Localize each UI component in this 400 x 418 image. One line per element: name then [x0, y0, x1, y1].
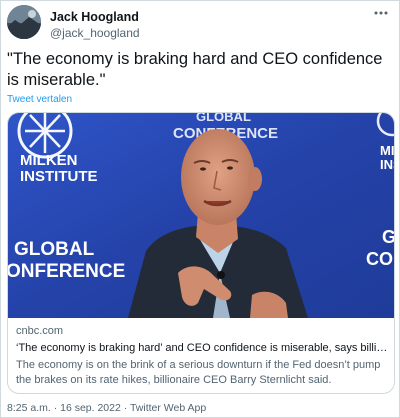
svg-text:INSTITUTE: INSTITUTE	[20, 168, 98, 185]
svg-text:INSTITU: INSTITU	[380, 157, 395, 172]
tweet-container: Jack Hoogland @jack_hoogland "The econom…	[0, 0, 400, 418]
svg-text:ONFERENCE: ONFERENCE	[8, 261, 125, 282]
svg-text:CON: CON	[366, 249, 395, 269]
author-name[interactable]: Jack Hoogland	[50, 10, 139, 24]
tweet-meta[interactable]: 8:25 a.m. · 16 sep. 2022 · Twitter Web A…	[7, 402, 206, 414]
translate-tweet-link[interactable]: Tweet vertalen	[7, 94, 72, 105]
avatar[interactable]	[7, 5, 41, 39]
svg-text:G: G	[382, 227, 395, 247]
card-domain: cnbc.com	[16, 325, 64, 337]
svg-text:GLOBAL: GLOBAL	[196, 113, 251, 124]
tweet-text: "The economy is braking hard and CEO con…	[7, 50, 383, 89]
author-handle[interactable]: @jack_hoogland	[50, 26, 140, 40]
card-meta: cnbc.com ‘The economy is braking hard’ a…	[8, 318, 394, 393]
avatar-image	[7, 5, 41, 39]
tweet-header: Jack Hoogland @jack_hoogland	[7, 5, 393, 45]
svg-text:MILKEN: MILKEN	[380, 143, 395, 158]
link-card[interactable]: MILKEN INSTITUTE GLOBAL ONFERENCE GLOBAL…	[7, 112, 395, 394]
card-image: MILKEN INSTITUTE GLOBAL ONFERENCE GLOBAL…	[8, 113, 395, 318]
svg-text:GLOBAL: GLOBAL	[14, 239, 95, 260]
more-horizontal-icon[interactable]	[371, 6, 391, 20]
image-text: MILKEN	[20, 152, 78, 169]
card-description: The economy is on the brink of a serious…	[16, 359, 381, 386]
card-title[interactable]: ‘The economy is braking hard’ and CEO co…	[16, 342, 388, 354]
